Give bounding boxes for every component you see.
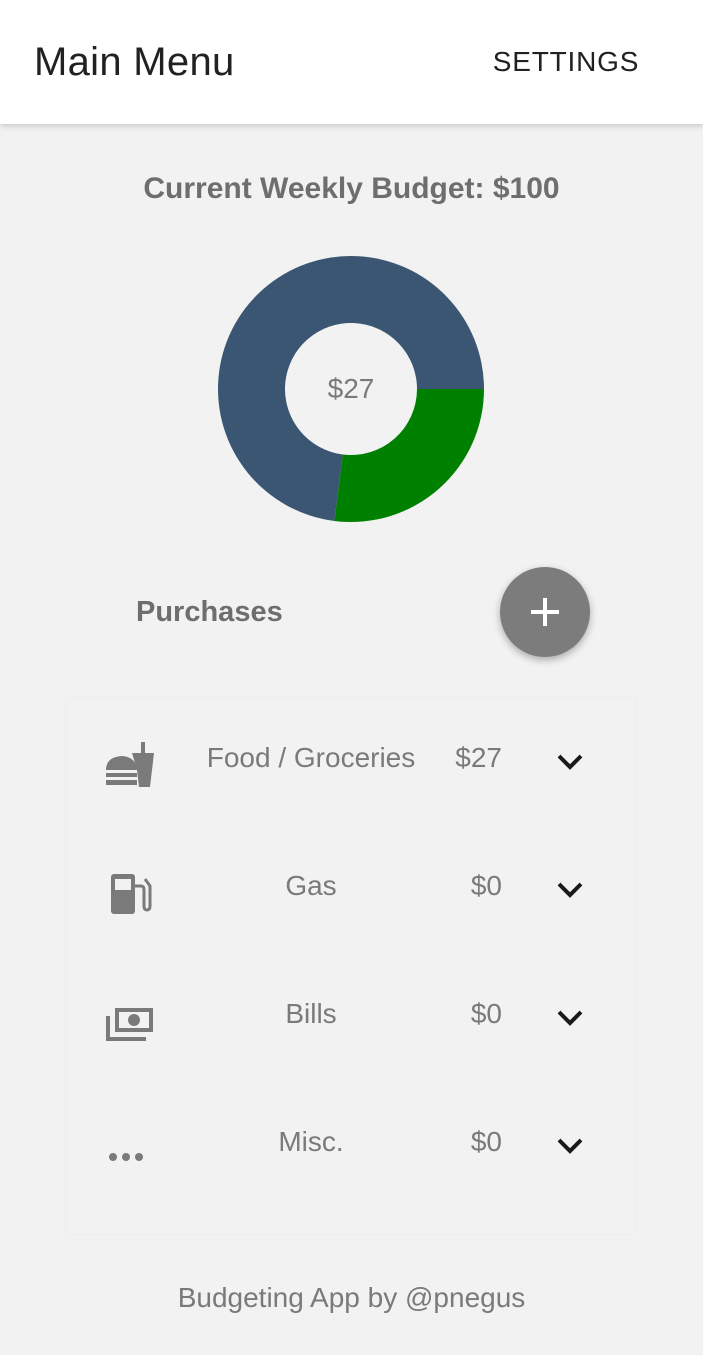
budget-donut-chart: $27 [218, 256, 484, 522]
category-label: Food / Groceries [206, 742, 416, 773]
category-label: Misc. [278, 1126, 344, 1157]
list-item-bills[interactable]: Bills $0 [66, 954, 636, 1082]
food-icon [106, 742, 154, 787]
chevron-down-icon[interactable] [556, 1008, 584, 1028]
list-item-food[interactable]: Food / Groceries $27 [66, 698, 636, 826]
category-amount: $0 [470, 998, 502, 1029]
chevron-down-icon[interactable] [556, 752, 584, 772]
page-title: Main Menu [34, 40, 235, 84]
gas-pump-icon [111, 874, 152, 914]
weekly-budget-title: Current Weekly Budget: $100 [143, 172, 560, 205]
app-bar: Main Menu SETTINGS [0, 0, 703, 124]
cash-icon [106, 1008, 153, 1041]
list-item-misc[interactable]: Misc. $0 [66, 1082, 636, 1210]
purchases-heading: Purchases [136, 596, 283, 628]
category-amount: $27 [455, 742, 502, 773]
category-amount: $0 [470, 870, 502, 901]
settings-button[interactable]: SETTINGS [480, 34, 652, 90]
chevron-down-icon[interactable] [556, 1136, 584, 1156]
category-label: Gas [285, 870, 337, 901]
add-purchase-button[interactable] [500, 567, 590, 657]
purchases-list: Food / Groceries $27 Gas $0 Bills $0 Mis… [66, 698, 636, 1234]
category-label: Bills [285, 998, 337, 1029]
more-horizontal-icon [109, 1153, 143, 1161]
category-amount: $0 [470, 1126, 502, 1157]
plus-icon [531, 598, 559, 626]
donut-center-label: $27 [327, 373, 375, 404]
chevron-down-icon[interactable] [556, 880, 584, 900]
list-item-gas[interactable]: Gas $0 [66, 826, 636, 954]
footer-credit: Budgeting App by @pnegus [177, 1282, 526, 1313]
